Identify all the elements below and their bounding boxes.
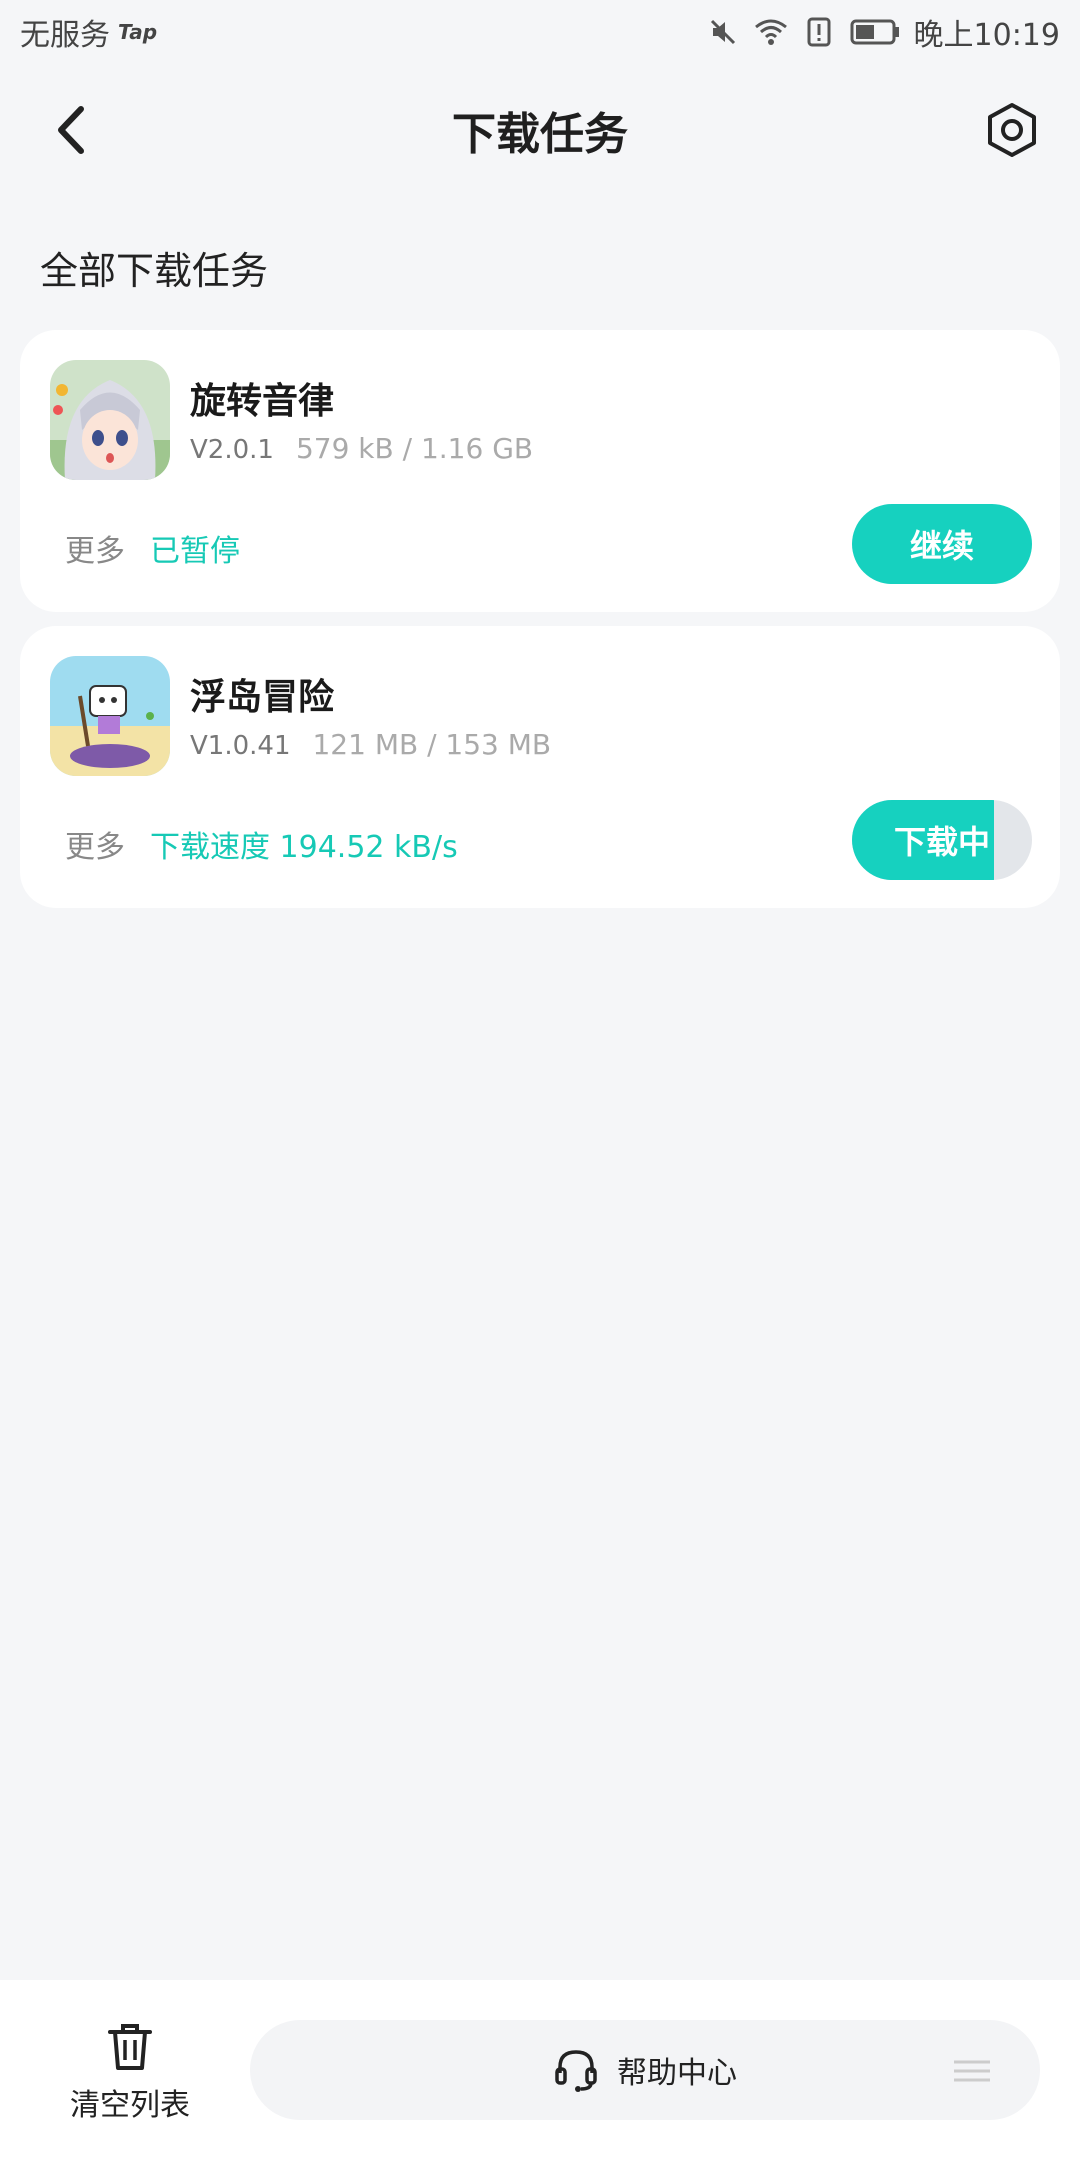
clear-list-label: 清空列表 [70, 2088, 190, 2123]
download-task-card[interactable]: 旋转音律 V2.0.1 579 kB / 1.16 GB 更多 已暂停 继续 [20, 330, 1060, 612]
downloading-label: 下载中 [893, 823, 990, 861]
battery-icon [850, 15, 900, 49]
clear-list-button[interactable]: 清空列表 [60, 2020, 200, 2130]
app-version: V2.0.1 [190, 435, 274, 465]
tap-logo: Tap [118, 20, 158, 44]
download-status: 已暂停 [150, 534, 240, 569]
settings-hexagon-icon [988, 103, 1036, 157]
status-right: 晚上10:19 [706, 10, 1060, 54]
page-title: 下载任务 [452, 109, 628, 160]
continue-button[interactable]: 继续 [852, 504, 1032, 584]
menu-lines-icon [954, 2060, 990, 2082]
carrier-text: 无服务 [20, 18, 110, 53]
header: 下载任务 [0, 70, 1080, 190]
sim-alert-icon [802, 15, 836, 49]
status-bar: 无服务 Tap 晚上10:19 [0, 0, 1080, 60]
download-status: 下载速度 194.52 kB/s [150, 830, 458, 865]
app-meta: V2.0.1 579 kB / 1.16 GB [190, 432, 533, 465]
help-center-button[interactable]: 帮助中心 [250, 2020, 1040, 2120]
app-version: V1.0.41 [190, 731, 291, 761]
download-size: 579 kB / 1.16 GB [295, 432, 534, 465]
island-adventure-app-icon[interactable] [50, 656, 170, 776]
wifi-icon [754, 15, 788, 49]
help-center-label: 帮助中心 [617, 2056, 737, 2091]
trash-icon [108, 2024, 152, 2070]
more-button[interactable]: 更多 [65, 526, 125, 570]
app-name: 旋转音律 [190, 381, 335, 422]
settings-button[interactable] [980, 98, 1044, 162]
download-size: 121 MB / 153 MB [312, 728, 552, 761]
bottom-bar: 清空列表 帮助中心 [0, 1980, 1080, 2160]
clock: 晚上10:19 [913, 18, 1060, 53]
mute-icon [706, 15, 740, 49]
download-task-card[interactable]: 浮岛冒险 V1.0.41 121 MB / 153 MB 更多 下载速度 194… [20, 626, 1060, 908]
anime-character-app-icon[interactable] [50, 360, 170, 480]
downloading-button[interactable]: 下载中 [852, 800, 1032, 880]
section-title: 全部下载任务 [40, 249, 269, 293]
app-name: 浮岛冒险 [190, 677, 335, 718]
status-left: 无服务 Tap [20, 10, 157, 54]
more-button[interactable]: 更多 [65, 822, 125, 866]
headset-icon [555, 2050, 597, 2092]
app-meta: V1.0.41 121 MB / 153 MB [190, 728, 551, 761]
